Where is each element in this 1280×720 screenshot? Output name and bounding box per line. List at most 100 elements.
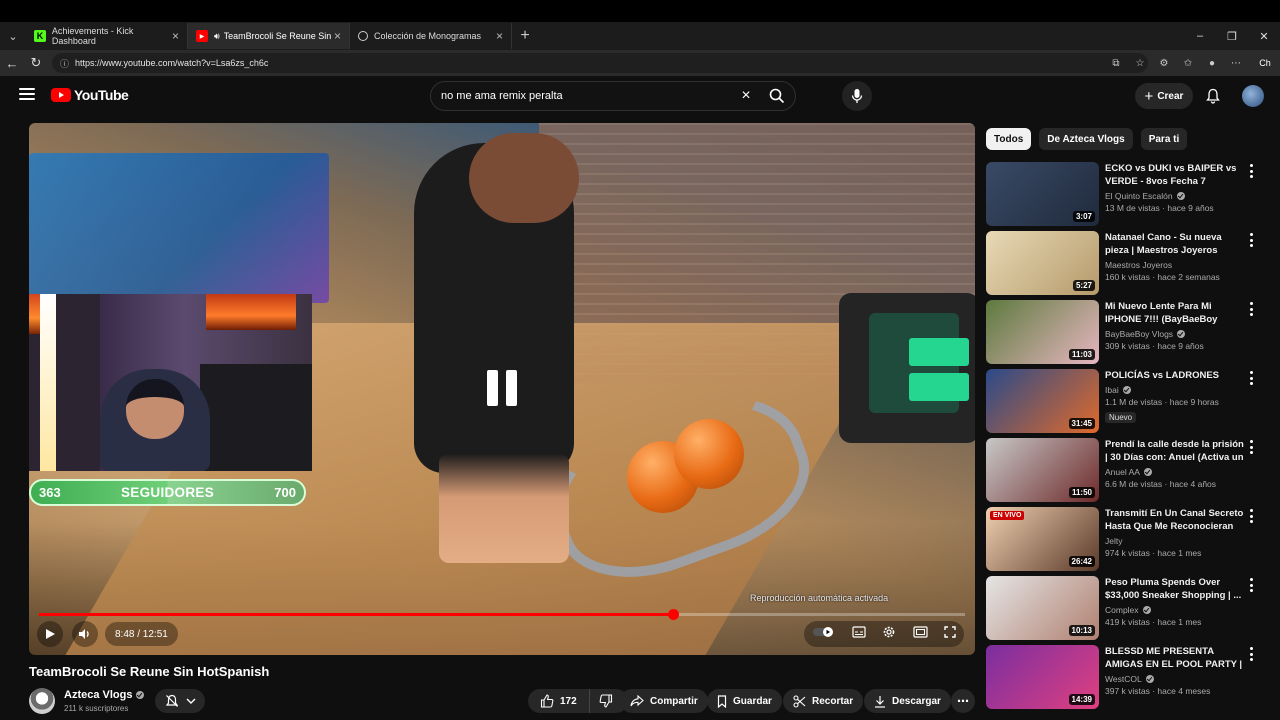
more-icon[interactable]: ⋯ <box>1226 58 1246 69</box>
video-thumbnail[interactable]: EN VIVO 26:42 <box>986 507 1099 571</box>
more-vertical-icon[interactable] <box>1247 371 1255 385</box>
subscription-notifications-button[interactable] <box>155 689 205 713</box>
video-title[interactable]: BLESSD ME PRESENTA AMIGAS EN EL POOL PAR… <box>1105 645 1245 671</box>
youtube-logo[interactable]: YouTube <box>51 87 129 103</box>
more-vertical-icon[interactable] <box>1247 509 1255 523</box>
favorites-icon[interactable]: ✩ <box>1178 58 1198 69</box>
video-thumbnail[interactable]: 31:45 <box>986 369 1099 433</box>
more-vertical-icon[interactable] <box>1247 302 1255 316</box>
app-available-icon[interactable]: ⧉ <box>1106 58 1126 69</box>
like-button[interactable]: 172 <box>528 689 590 713</box>
window-close-icon[interactable]: ✕ <box>1248 30 1280 43</box>
video-thumbnail[interactable]: 10:13 <box>986 576 1099 640</box>
settings-button[interactable] <box>882 625 896 644</box>
extensions-icon[interactable]: ⚙ <box>1154 58 1174 69</box>
video-thumbnail[interactable]: 11:03 <box>986 300 1099 364</box>
center-pause-icon[interactable] <box>487 370 517 406</box>
tab-close-icon[interactable]: × <box>496 29 503 43</box>
chip-for-you[interactable]: Para ti <box>1140 128 1188 150</box>
video-title[interactable]: Peso Pluma Spends Over $33,000 Sneaker S… <box>1105 576 1245 602</box>
channel-name[interactable]: Anuel AA <box>1105 467 1245 477</box>
recommendation-card[interactable]: EN VIVO 26:42 Transmití En Un Canal Secret… <box>986 507 1276 571</box>
more-actions-button[interactable]: ⋯ <box>951 689 975 713</box>
save-button[interactable]: Guardar <box>707 689 782 713</box>
channel-name[interactable]: Azteca Vlogs <box>64 689 145 701</box>
restore-icon[interactable]: ❐ <box>1216 30 1248 43</box>
channel-name[interactable]: Complex <box>1105 605 1245 615</box>
voice-search-button[interactable] <box>842 81 872 111</box>
recommendation-card[interactable]: 11:50 Prendí la calle desde la prisión | … <box>986 438 1276 502</box>
video-duration: 11:50 <box>1068 487 1095 498</box>
scene-person-legs <box>439 453 569 563</box>
share-button[interactable]: Compartir <box>620 689 708 713</box>
tab-monogramas[interactable]: Colección de Monogramas × <box>350 23 512 49</box>
video-thumbnail[interactable]: 11:50 <box>986 438 1099 502</box>
video-title[interactable]: Mi Nuevo Lente Para Mi IPHONE 7!!! (BayB… <box>1105 300 1245 326</box>
video-title[interactable]: Natanael Cano - Su nueva pieza | Maestro… <box>1105 231 1245 257</box>
url-field[interactable]: ⓘ https://www.youtube.com/watch?v=Lsa6zs… <box>52 53 1148 73</box>
recommendation-card[interactable]: 3:07 ECKO vs DUKI vs BAIPER vs VERDE - 8v… <box>986 162 1276 226</box>
theater-mode-button[interactable] <box>913 625 928 643</box>
recommendation-card[interactable]: 31:45 POLICÍAS vs LADRONES Ibai 1.1 M de vi… <box>986 369 1276 433</box>
tab-close-icon[interactable]: × <box>334 29 341 43</box>
subtitles-button[interactable] <box>852 625 866 643</box>
channel-name[interactable]: El Quinto Escalón <box>1105 191 1245 201</box>
recommendation-card[interactable]: 5:27 Natanael Cano - Su nueva pieza | Mae… <box>986 231 1276 295</box>
channel-name[interactable]: Maestros Joyeros <box>1105 260 1245 270</box>
theater-mode-icon <box>913 626 928 638</box>
more-vertical-icon[interactable] <box>1247 578 1255 592</box>
video-thumbnail[interactable]: 5:27 <box>986 231 1099 295</box>
search-button[interactable] <box>759 82 795 110</box>
new-tab-button[interactable]: + <box>512 27 538 45</box>
recommendation-card[interactable]: 11:03 Mi Nuevo Lente Para Mi IPHONE 7!!! … <box>986 300 1276 364</box>
video-title[interactable]: POLICÍAS vs LADRONES <box>1105 369 1245 382</box>
reload-icon[interactable]: ↻ <box>24 55 48 71</box>
account-avatar[interactable] <box>1242 85 1264 107</box>
recommendation-card[interactable]: 10:13 Peso Pluma Spends Over $33,000 Snea… <box>986 576 1276 640</box>
scissors-icon <box>793 694 806 708</box>
notifications-button[interactable] <box>1203 86 1223 106</box>
channel-name[interactable]: Jelty <box>1105 536 1245 546</box>
progress-bar[interactable] <box>39 609 965 620</box>
chip-all[interactable]: Todos <box>986 128 1032 150</box>
chip-channel[interactable]: De Azteca Vlogs <box>1039 128 1133 150</box>
copilot-button[interactable]: Ch <box>1250 58 1280 68</box>
site-info-icon[interactable]: ⓘ <box>60 57 69 70</box>
favorite-star-icon[interactable]: ☆ <box>1130 58 1150 69</box>
download-button[interactable]: Descargar <box>864 689 951 713</box>
video-title[interactable]: ECKO vs DUKI vs BAIPER vs VERDE - 8vos F… <box>1105 162 1245 188</box>
more-vertical-icon[interactable] <box>1247 233 1255 247</box>
menu-icon[interactable] <box>19 88 35 102</box>
search-input[interactable] <box>431 82 733 110</box>
video-thumbnail[interactable]: 3:07 <box>986 162 1099 226</box>
autoplay-toggle[interactable] <box>812 625 836 643</box>
channel-name[interactable]: BayBaeBoy Vlogs <box>1105 329 1245 339</box>
video-thumbnail[interactable]: 14:39 <box>986 645 1099 709</box>
play-button[interactable] <box>37 621 63 647</box>
create-button[interactable]: + Crear <box>1135 83 1193 109</box>
progress-scrubber[interactable] <box>668 609 679 620</box>
profile-icon[interactable]: ● <box>1202 58 1222 69</box>
audio-playing-icon[interactable]: 🔊︎ <box>214 31 220 42</box>
back-icon[interactable]: ← <box>0 56 24 71</box>
more-vertical-icon[interactable] <box>1247 164 1255 178</box>
more-vertical-icon[interactable] <box>1247 647 1255 661</box>
minimize-icon[interactable]: – <box>1184 30 1216 42</box>
more-vertical-icon[interactable] <box>1247 440 1255 454</box>
channel-avatar[interactable] <box>29 688 55 714</box>
mute-button[interactable] <box>72 621 98 647</box>
tab-list-chevron-icon[interactable]: ⌄ <box>0 23 26 49</box>
video-title[interactable]: Prendí la calle desde la prisión | 30 Dí… <box>1105 438 1245 464</box>
channel-name[interactable]: WestCOL <box>1105 674 1245 684</box>
fullscreen-button[interactable] <box>944 625 956 643</box>
tab-youtube-video[interactable]: ▶ 🔊︎ TeamBrocoli Se Reune Sin Ho… × <box>188 23 350 49</box>
url-text: https://www.youtube.com/watch?v=Lsa6zs_c… <box>75 58 269 68</box>
tab-kick-dashboard[interactable]: K Achievements - Kick Dashboard × <box>26 23 188 49</box>
video-title[interactable]: Transmití En Un Canal Secreto Hasta Que … <box>1105 507 1245 533</box>
recommendation-card[interactable]: 14:39 BLESSD ME PRESENTA AMIGAS EN EL POO… <box>986 645 1276 709</box>
video-player[interactable]: 363 SEGUIDORES 700 Reproducción automáti… <box>29 123 975 655</box>
clip-button[interactable]: Recortar <box>783 689 864 713</box>
clear-search-icon[interactable]: × <box>733 87 759 105</box>
tab-close-icon[interactable]: × <box>172 29 179 43</box>
channel-name[interactable]: Ibai <box>1105 385 1245 395</box>
